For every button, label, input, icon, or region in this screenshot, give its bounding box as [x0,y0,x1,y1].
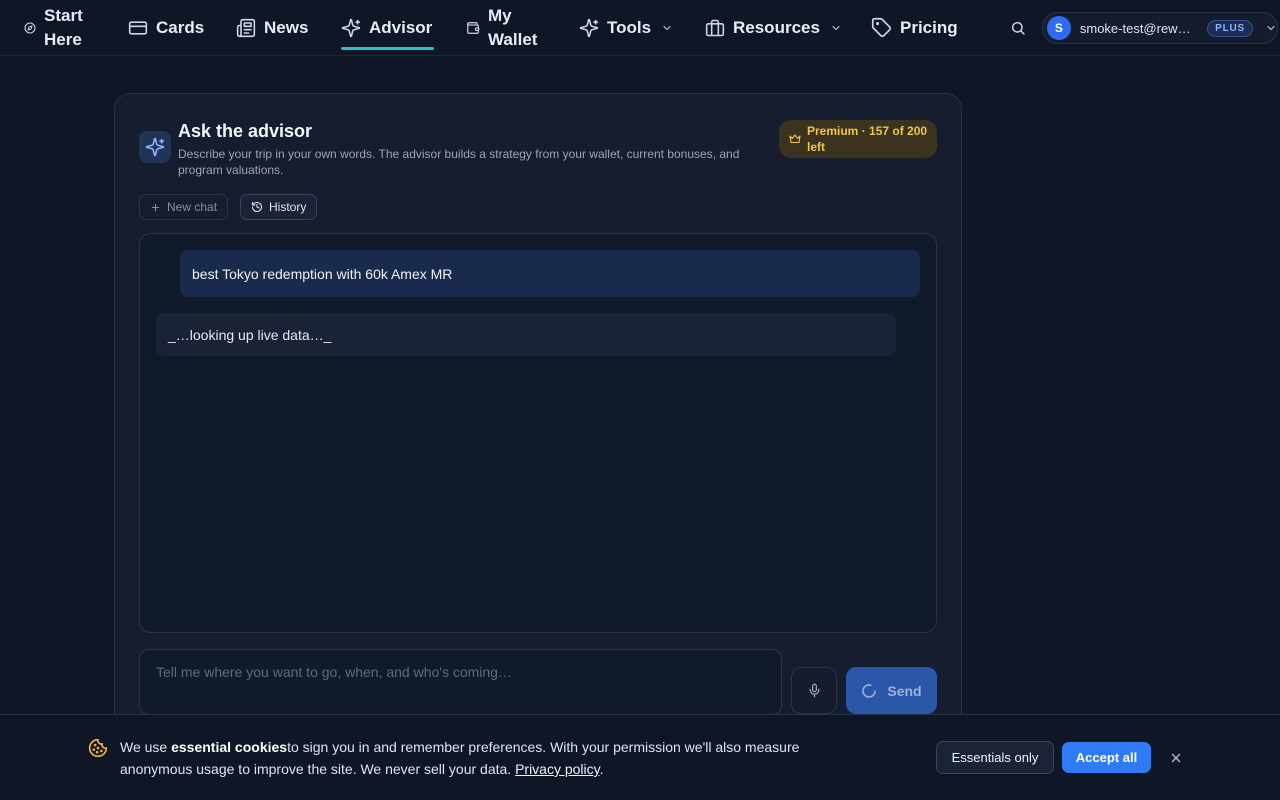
premium-usage-badge: Premium · 157 of 200 left [779,120,937,158]
advisor-description: Describe your trip in your own words. Th… [178,147,740,177]
cookie-banner: We use essential cookiesto sign you in a… [0,714,1280,800]
wallet-icon [466,21,480,35]
nav-pricing-label: Pricing [900,17,958,37]
nav-pricing[interactable]: Pricing [871,0,958,55]
crown-icon [789,133,801,145]
nav-resources[interactable]: Resources [705,0,842,55]
microphone-icon [807,683,822,698]
plan-badge: PLUS [1207,19,1253,37]
nav-tools[interactable]: Tools [579,0,673,55]
chevron-down-icon [830,22,842,34]
nav-tools-label: Tools [607,17,652,37]
send-button[interactable]: Send [846,667,937,714]
message-input[interactable] [156,664,765,700]
tag-icon [871,17,892,38]
privacy-policy-link[interactable]: Privacy policy [515,761,600,777]
advisor-card: Ask the advisor Describe your trip in yo… [114,93,962,773]
nav-advisor[interactable]: Advisor [341,0,434,55]
essentials-only-button[interactable]: Essentials only [936,741,1054,774]
close-icon[interactable] [1166,748,1186,768]
cookie-message: We use essential cookiesto sign you in a… [120,739,800,777]
spinner-icon [861,683,877,699]
message-composer [139,649,782,715]
compass-icon [24,21,36,34]
sparkles-icon [139,131,171,163]
nav-start-here[interactable]: Start Here [24,0,83,55]
voice-input-button[interactable] [791,667,837,714]
nav-advisor-label: Advisor [369,17,433,37]
nav-cards[interactable]: Cards [128,0,204,55]
premium-usage-text: Premium · 157 of 200 left [807,124,928,154]
user-message: best Tokyo redemption with 60k Amex MR [180,250,920,297]
search-icon [1010,20,1026,36]
nav-start-here-label: Start Here [44,5,83,49]
sparkles-icon [341,18,361,38]
credit-card-icon [128,18,148,38]
nav-cards-label: Cards [156,17,205,37]
assistant-message: _…looking up live data…_ [156,313,896,356]
nav-news[interactable]: News [236,0,308,55]
search-button[interactable] [1006,16,1030,40]
new-chat-label: New chat [167,200,218,214]
page-title: Ask the advisor [178,121,313,141]
nav-resources-label: Resources [733,17,820,37]
nav-my-wallet-label: My Wallet [488,5,538,49]
account-menu[interactable]: S smoke-test@rewar… PLUS [1042,12,1278,44]
new-chat-button[interactable]: New chat [139,194,229,220]
accept-all-button[interactable]: Accept all [1062,742,1151,773]
plus-icon [150,202,161,213]
sparkles-icon [579,18,599,38]
cookie-icon [88,738,108,758]
history-icon [251,201,263,213]
avatar: S [1047,16,1071,40]
top-nav: Start Here Cards News Advisor My Wallet [0,0,1280,56]
history-label: History [269,200,307,214]
nav-my-wallet[interactable]: My Wallet [466,0,537,55]
briefcase-icon [705,18,725,38]
history-button[interactable]: History [240,194,318,220]
chat-transcript[interactable]: best Tokyo redemption with 60k Amex MR _… [139,233,937,633]
newspaper-icon [236,18,256,38]
nav-news-label: News [264,17,309,37]
account-email: smoke-test@rewar… [1079,20,1198,36]
chevron-down-icon [1265,22,1277,34]
chevron-down-icon [661,22,673,34]
send-label: Send [887,682,922,699]
